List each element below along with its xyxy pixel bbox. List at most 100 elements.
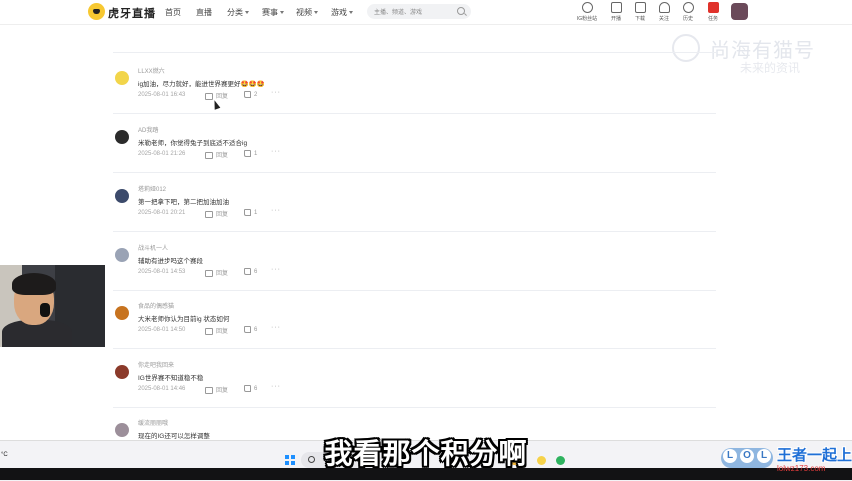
more-options-icon[interactable]: ···: [271, 207, 281, 214]
commenter-name[interactable]: 你走吧我回来: [138, 360, 174, 369]
comment-text: 大米老师你认为目前ig 状态如何: [138, 316, 230, 323]
chevron-down-icon: [349, 11, 353, 15]
comment-text: ig加油，尽力就好，能进世界赛更好🤩🤩🤩: [138, 81, 265, 88]
divider: [113, 290, 716, 291]
like-button[interactable]: 1: [244, 150, 257, 157]
like-button[interactable]: 6: [244, 385, 257, 392]
nav-video[interactable]: 视频: [296, 7, 318, 18]
divider: [113, 113, 716, 114]
tool-broadcast[interactable]: 开播: [605, 2, 627, 22]
comment-date: 2025-08-01 14:46: [138, 386, 186, 392]
divider: [113, 172, 716, 173]
badge-title: 王者一起上: [777, 447, 852, 464]
comment-bubble-icon: [205, 269, 213, 277]
top-navigation-bar: 虎牙直播 首页 直播 分类 赛事 视频 游戏 主播、频道、游戏 IG粉丝站 开播…: [0, 0, 852, 25]
reply-button[interactable]: 回复: [205, 150, 228, 159]
commenter-avatar[interactable]: [115, 130, 129, 144]
tool-fan-station[interactable]: IG粉丝站: [576, 2, 598, 22]
site-logo-text[interactable]: 虎牙直播: [108, 5, 156, 21]
comment-text: 米勒老师，你觉得兔子到底适不适合ig: [138, 140, 248, 147]
more-options-icon[interactable]: ···: [271, 383, 281, 390]
comment-bubble-icon: [205, 210, 213, 218]
badge-letter: L: [757, 449, 771, 463]
nav-events[interactable]: 赛事: [262, 7, 284, 18]
chevron-down-icon: [245, 11, 249, 15]
nav-category[interactable]: 分类: [227, 7, 249, 18]
watermark-subtitle: 未来的资讯: [740, 61, 801, 75]
more-options-icon[interactable]: ···: [271, 89, 281, 96]
reply-button[interactable]: 回复: [205, 326, 228, 335]
comment-bubble-icon: [205, 386, 213, 394]
comment-bubble-icon: [205, 151, 213, 159]
comment-bubble-icon: [205, 327, 213, 335]
reply-button[interactable]: 回复: [205, 209, 228, 218]
more-options-icon[interactable]: ···: [271, 266, 281, 273]
reply-button[interactable]: 回复: [205, 268, 228, 277]
like-button[interactable]: 2: [244, 91, 257, 98]
commenter-avatar[interactable]: [115, 365, 129, 379]
comment-text: IG世界赛不知道稳不稳: [138, 375, 204, 382]
comment-date: 2025-08-01 20:21: [138, 210, 186, 216]
divider: [113, 348, 716, 349]
huya-logo-icon[interactable]: [88, 3, 105, 20]
tool-download[interactable]: 下载: [629, 2, 651, 22]
nav-games[interactable]: 游戏: [331, 7, 353, 18]
webcam-overlay: [0, 265, 105, 347]
thumbs-up-icon: [244, 209, 251, 216]
clock-icon: [682, 2, 694, 13]
commenter-name[interactable]: LLXX燃六: [138, 66, 165, 75]
like-button[interactable]: 6: [244, 326, 257, 333]
thumbs-up-icon: [244, 326, 251, 333]
like-button[interactable]: 1: [244, 209, 257, 216]
commenter-avatar[interactable]: [115, 248, 129, 262]
thumbs-up-icon: [244, 91, 251, 98]
divider: [113, 231, 716, 232]
commenter-avatar[interactable]: [115, 71, 129, 85]
badge-letter: L: [723, 449, 737, 463]
nav-live[interactable]: 直播: [196, 7, 212, 18]
divider: [113, 407, 716, 408]
like-count: 1: [254, 151, 258, 158]
headphones-icon: [40, 303, 50, 317]
thumbs-up-icon: [244, 268, 251, 275]
user-avatar[interactable]: [731, 3, 748, 20]
commenter-name[interactable]: 塔莉娅012: [138, 184, 166, 193]
commenter-name[interactable]: 战斗机一人: [138, 243, 168, 252]
comment-item: AD我踏 米勒老师，你觉得兔子到底适不适合ig 2025-08-01 21:26…: [113, 125, 716, 175]
search-input[interactable]: 主播、频道、游戏: [367, 4, 471, 19]
comment-item: 食品的偶感猫 大米老师你认为目前ig 状态如何 2025-08-01 14:50…: [113, 301, 716, 351]
tool-history[interactable]: 历史: [677, 2, 699, 22]
comment-date: 2025-08-01 14:50: [138, 327, 186, 333]
comment-text: 第一把拿下吧，第二把加油加油: [138, 199, 229, 206]
more-options-icon[interactable]: ···: [271, 324, 281, 331]
comment-date: 2025-08-01 14:53: [138, 269, 186, 275]
chevron-down-icon: [280, 11, 284, 15]
heart-icon: [658, 2, 670, 13]
like-count: 6: [254, 269, 258, 276]
like-count: 1: [254, 210, 258, 217]
tool-follow[interactable]: 关注: [653, 2, 675, 22]
comment-item: 你走吧我回来 IG世界赛不知道稳不稳 2025-08-01 14:46 回复 6…: [113, 360, 716, 410]
fan-station-icon: [581, 2, 593, 13]
reply-button[interactable]: 回复: [205, 385, 228, 394]
commenter-avatar[interactable]: [115, 189, 129, 203]
comment-item: 战斗机一人 辅助有进步吗这个赛段 2025-08-01 14:53 回复 6 ·…: [113, 243, 716, 293]
commenter-name[interactable]: AD我踏: [138, 125, 158, 134]
search-placeholder: 主播、频道、游戏: [374, 10, 423, 16]
comment-date: 2025-08-01 16:43: [138, 92, 186, 98]
commenter-name[interactable]: 缓流丽丽哦: [138, 418, 168, 427]
nav-home[interactable]: 首页: [165, 7, 181, 18]
more-options-icon[interactable]: ···: [271, 148, 281, 155]
comment-item: 塔莉娅012 第一把拿下吧，第二把加油加油 2025-08-01 20:21 回…: [113, 184, 716, 234]
tool-task[interactable]: 任务: [702, 2, 724, 22]
commenter-avatar[interactable]: [115, 306, 129, 320]
comment-item: LLXX燃六 ig加油，尽力就好，能进世界赛更好🤩🤩🤩 2025-08-01 1…: [113, 66, 716, 116]
divider: [113, 52, 716, 53]
task-icon: [707, 2, 719, 13]
streamer-hair: [12, 273, 56, 295]
commenter-name[interactable]: 食品的偶感猫: [138, 301, 174, 310]
search-icon[interactable]: [457, 7, 465, 15]
badge-letter: O: [740, 449, 754, 463]
like-count: 6: [254, 386, 258, 393]
like-button[interactable]: 6: [244, 268, 257, 275]
